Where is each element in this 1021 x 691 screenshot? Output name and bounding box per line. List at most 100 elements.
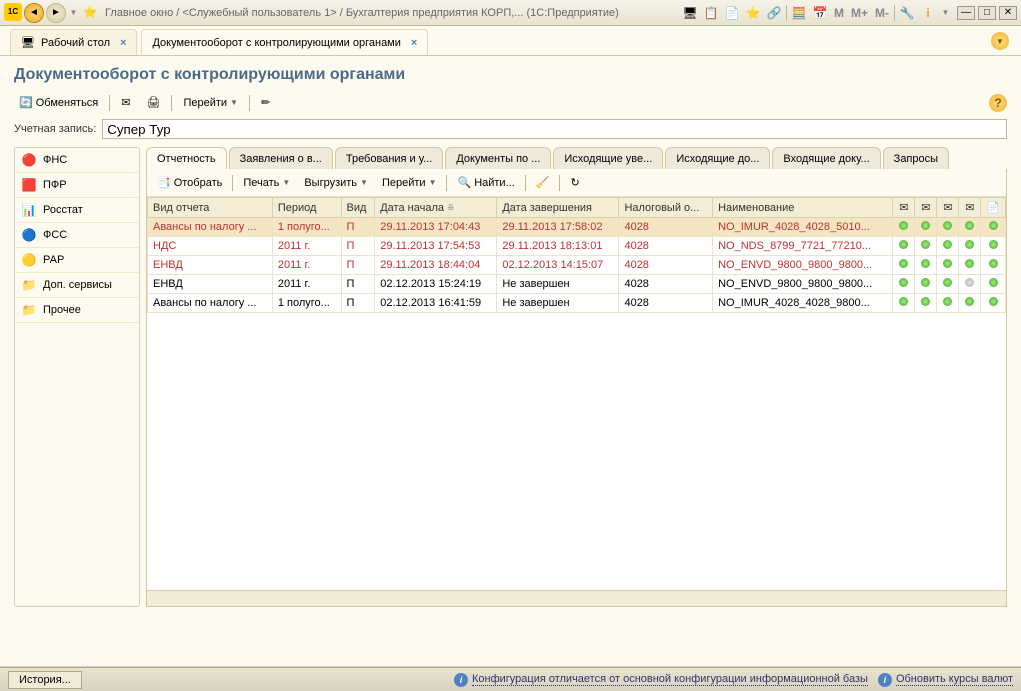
status-dot-green-icon (965, 297, 974, 306)
status-dot-green-icon (921, 278, 930, 287)
status-dot-green-icon (921, 221, 930, 230)
nav-dropdown-icon[interactable]: ▼ (68, 3, 79, 23)
sidebar-item-label: РАР (43, 254, 64, 266)
refresh-button[interactable]: ↻ (566, 175, 583, 190)
exchange-button[interactable]: 🔄 Обменяться (14, 94, 103, 111)
toolbar-dropdown-icon[interactable]: ▼ (940, 3, 951, 23)
status-dot-cell (981, 218, 1006, 237)
status-dot-cell (937, 256, 959, 275)
history-button[interactable]: История... (8, 671, 82, 689)
status-dot-green-icon (989, 278, 998, 287)
help-button[interactable]: ? (989, 94, 1007, 112)
edit-icon: ✏ (261, 96, 270, 109)
status-column-header[interactable]: 📄 (981, 198, 1006, 218)
tab-close-icon[interactable]: × (120, 37, 126, 49)
inner-tab[interactable]: Отчетность (146, 147, 227, 169)
toolbar-icon-3[interactable]: 📄 (723, 4, 741, 22)
edit-button[interactable]: ✏ (256, 94, 275, 111)
table-cell: 29.11.2013 18:44:04 (375, 256, 497, 275)
minimize-button[interactable]: — (957, 6, 975, 20)
table-row[interactable]: ЕНВД2011 г.П29.11.2013 18:44:0402.12.201… (148, 256, 1006, 275)
memory-mminus-button[interactable]: M- (873, 6, 891, 20)
table-cell: НДС (148, 237, 273, 256)
inner-tab[interactable]: Запросы (883, 147, 949, 169)
inner-tab[interactable]: Документы по ... (445, 147, 551, 169)
status-update-rates[interactable]: i Обновить курсы валют (878, 673, 1013, 687)
info-icon[interactable]: i (919, 4, 937, 22)
inner-tab[interactable]: Исходящие до... (665, 147, 770, 169)
toolbar-icon-2[interactable]: 📋 (702, 4, 720, 22)
window-title: Главное окно / <Служебный пользователь 1… (99, 7, 681, 19)
find-button[interactable]: 🔍 Найти... (453, 175, 518, 190)
horizontal-scrollbar[interactable] (147, 590, 1006, 606)
memory-mplus-button[interactable]: M+ (849, 6, 870, 20)
tab-desktop[interactable]: 🖥 Рабочий стол × (10, 29, 137, 55)
calendar-icon[interactable]: 📅 (811, 4, 829, 22)
status-column-header[interactable]: ✉ (893, 198, 915, 218)
mail-button[interactable]: ✉ (116, 94, 135, 111)
table-row[interactable]: Авансы по налогу ...1 полуго...П02.12.20… (148, 294, 1006, 313)
status-dot-green-icon (921, 240, 930, 249)
sidebar-item-label: ФСС (43, 229, 67, 241)
maximize-button[interactable]: □ (978, 6, 996, 20)
sidebar-item[interactable]: 🟡РАР (15, 248, 139, 273)
memory-m-button[interactable]: M (832, 6, 846, 20)
status-column-header[interactable]: ✉ (937, 198, 959, 218)
calculator-icon[interactable]: 🧮 (790, 4, 808, 22)
print-button[interactable]: 🖨 (141, 94, 165, 111)
column-header[interactable]: Наименование (713, 198, 893, 218)
nav-forward-button[interactable]: ► (46, 3, 66, 23)
account-input[interactable] (102, 119, 1007, 139)
table-cell: 4028 (619, 218, 713, 237)
separator (786, 5, 787, 21)
sidebar-item-label: Доп. сервисы (43, 279, 112, 291)
sidebar-item[interactable]: 📊Росстат (15, 198, 139, 223)
inner-tab[interactable]: Требования и у... (335, 147, 443, 169)
status-column-header[interactable]: ✉ (959, 198, 981, 218)
column-header[interactable]: Дата завершения (497, 198, 619, 218)
desktop-icon: 🖥 (21, 36, 35, 49)
go-menu-button[interactable]: Перейти ▼ (378, 176, 441, 190)
filter-button[interactable]: 📑 Отобрать (153, 175, 226, 190)
nav-back-button[interactable]: ◄ (24, 3, 44, 23)
favorite-icon[interactable]: ⭐ (81, 3, 99, 21)
export-menu-button[interactable]: Выгрузить ▼ (300, 176, 372, 190)
sidebar-item[interactable]: 📁Доп. сервисы (15, 273, 139, 298)
column-header[interactable]: Вид отчета (148, 198, 273, 218)
status-dot-cell (937, 218, 959, 237)
print-menu-button[interactable]: Печать ▼ (239, 176, 294, 190)
table-cell: Авансы по налогу ... (148, 218, 273, 237)
inner-tab[interactable]: Входящие доку... (772, 147, 880, 169)
status-config-warning[interactable]: i Конфигурация отличается от основной ко… (454, 673, 868, 687)
table-cell: NO_ENVD_9800_9800_9800... (713, 256, 893, 275)
clear-filter-button[interactable]: 🧹 (532, 175, 554, 190)
main-toolbar: 🔄 Обменяться ✉ 🖨 Перейти ▼ ✏ ? (14, 94, 1007, 111)
table-row[interactable]: НДС2011 г.П29.11.2013 17:54:5329.11.2013… (148, 237, 1006, 256)
table-cell: 2011 г. (272, 237, 341, 256)
tools-icon[interactable]: 🔧 (898, 4, 916, 22)
column-header[interactable]: Период (272, 198, 341, 218)
sidebar-item[interactable]: 🔵ФСС (15, 223, 139, 248)
sidebar-item[interactable]: 📁Прочее (15, 298, 139, 323)
inner-tab[interactable]: Исходящие уве... (553, 147, 663, 169)
column-header[interactable]: Дата начала ≞ (375, 198, 497, 218)
toolbar-icon-1[interactable]: 🖥 (681, 4, 699, 22)
tab-close-icon[interactable]: × (411, 37, 417, 49)
toolbar-star-icon[interactable]: ⭐ (744, 4, 762, 22)
toolbar-link-icon[interactable]: 🔗 (765, 4, 783, 22)
inner-tab[interactable]: Заявления о в... (229, 147, 333, 169)
tab-document-flow[interactable]: Документооборот с контролирующими органа… (141, 29, 428, 55)
table-row[interactable]: ЕНВД2011 г.П02.12.2013 15:24:19Не заверш… (148, 275, 1006, 294)
go-button[interactable]: Перейти ▼ (178, 95, 243, 111)
sidebar-item-icon: 🟥 (21, 177, 37, 193)
tabs-dropdown-button[interactable]: ▼ (991, 32, 1009, 50)
status-column-header[interactable]: ✉ (915, 198, 937, 218)
column-header[interactable]: Вид (341, 198, 375, 218)
sidebar-item[interactable]: 🟥ПФР (15, 173, 139, 198)
sidebar: 🔴ФНС🟥ПФР📊Росстат🔵ФСС🟡РАР📁Доп. сервисы📁Пр… (14, 147, 140, 607)
table-row[interactable]: Авансы по налогу ...1 полуго...П29.11.20… (148, 218, 1006, 237)
close-button[interactable]: ✕ (999, 6, 1017, 20)
status-dot-green-icon (899, 259, 908, 268)
sidebar-item[interactable]: 🔴ФНС (15, 148, 139, 173)
column-header[interactable]: Налоговый о... (619, 198, 713, 218)
